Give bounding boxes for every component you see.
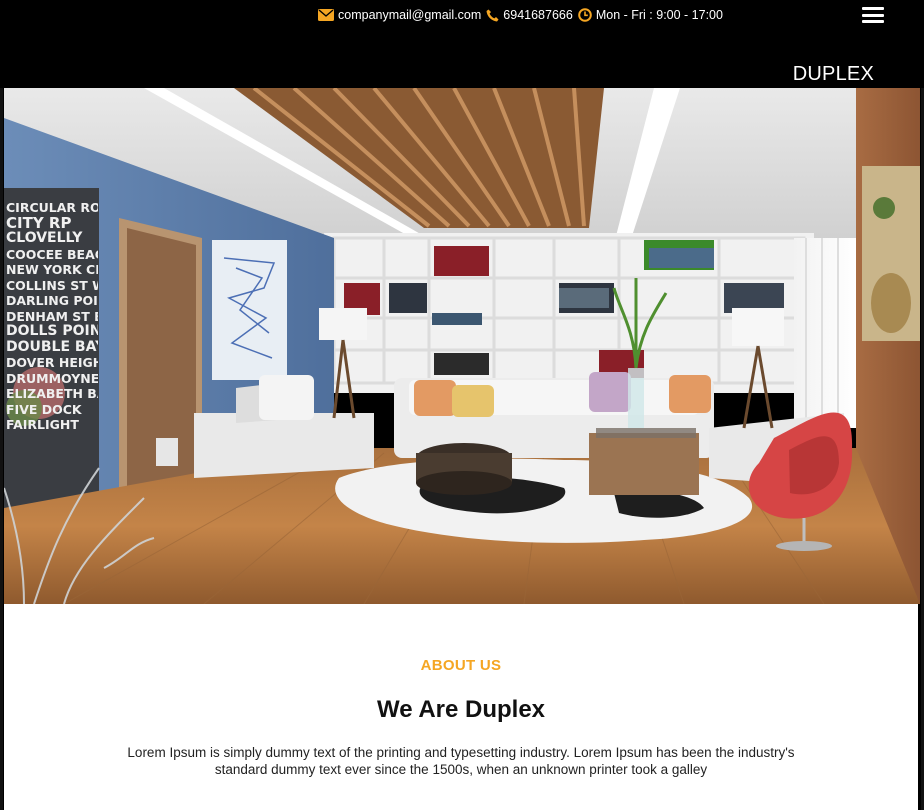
- hero-image: CIRCULAR ROAD CITY RP CLOVELLY COOCEE BE…: [4, 88, 920, 604]
- poster-word: DENHAM ST BOUND: [6, 308, 98, 324]
- poster-word: CLOVELLY: [6, 230, 83, 246]
- about-section: ABOUT US We Are Duplex Lorem Ipsum is si…: [4, 604, 918, 810]
- living-room-photo: [4, 88, 920, 604]
- poster-word: NEW YORK CITY: [6, 262, 98, 277]
- wall-poster: CIRCULAR ROAD CITY RP CLOVELLY COOCEE BE…: [6, 200, 98, 433]
- poster-word: DOLLS POINT: [6, 323, 98, 339]
- opening-hours: Mon - Fri : 9:00 - 17:00: [595, 8, 723, 22]
- phone-link[interactable]: 6941687666: [503, 8, 573, 22]
- poster-word: COOCEE BEACH: [6, 246, 98, 262]
- email-link[interactable]: companymail@gmail.com: [338, 8, 481, 22]
- phone-icon: [486, 9, 499, 22]
- about-heading: We Are Duplex: [376, 696, 546, 723]
- poster-word: FAIRLIGHT: [6, 417, 79, 432]
- envelope-icon: [318, 9, 334, 21]
- poster-word: COLLINS ST WEST: [6, 277, 98, 293]
- poster-word: DOUBLE BAY: [6, 338, 98, 355]
- poster-word: CITY RP: [6, 213, 72, 232]
- about-kicker: ABOUT US: [420, 657, 502, 674]
- poster-word: DARLING POINT: [6, 293, 98, 308]
- poster-word: FIVE DOCK: [6, 401, 82, 417]
- hamburger-menu-icon[interactable]: [862, 4, 884, 26]
- about-text: Lorem Ipsum is simply dummy text of the …: [127, 745, 795, 777]
- poster-word: ELIZABETH BAY: [6, 386, 98, 401]
- poster-word: DOVER HEIGHTS: [6, 355, 98, 370]
- top-bar: companymail@gmail.com 6941687666 Mon - F…: [0, 0, 924, 88]
- brand-logo[interactable]: DUPLEX: [793, 63, 874, 86]
- contact-info: companymail@gmail.com 6941687666 Mon - F…: [318, 6, 728, 24]
- clock-icon: [578, 8, 592, 22]
- poster-word: DRUMMOYNE: [6, 370, 98, 386]
